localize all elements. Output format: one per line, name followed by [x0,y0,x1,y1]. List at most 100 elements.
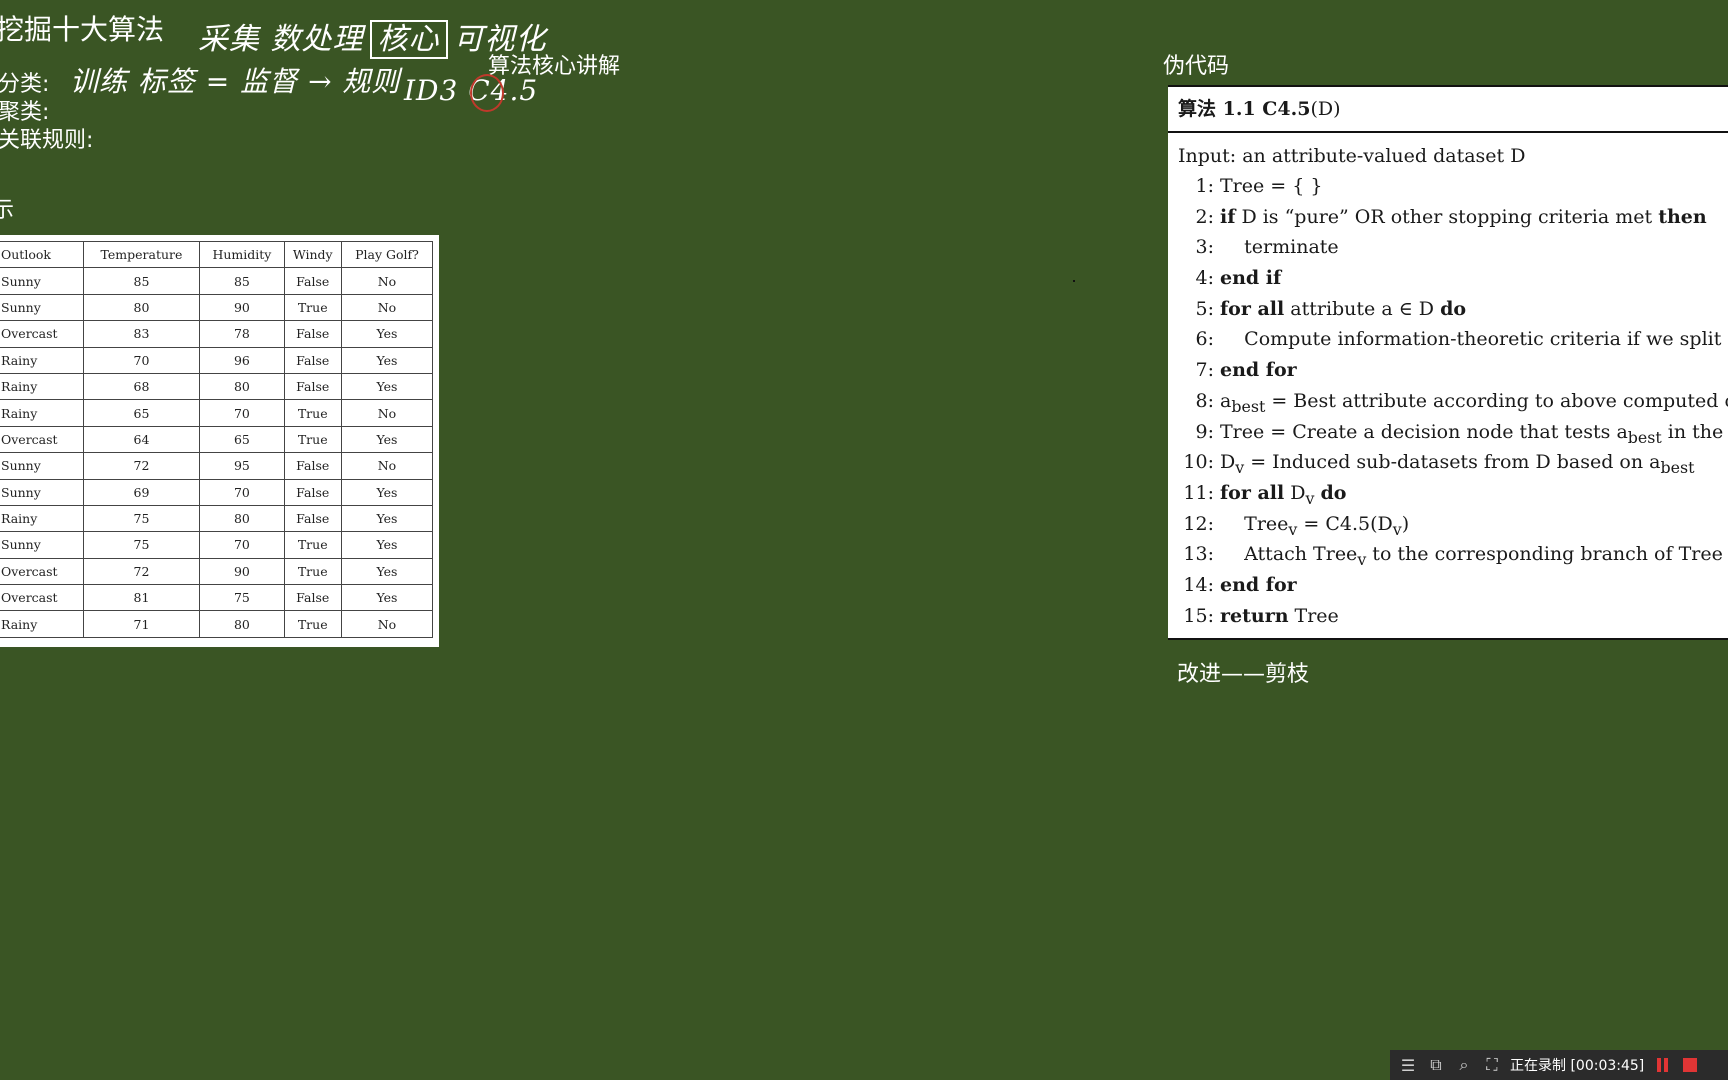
algorithm-line: 11: for all Dv do [1168,478,1728,509]
algorithm-line: 10: Dv = Induced sub-datasets from D base… [1168,447,1728,478]
table-cell: 70 [82,346,201,374]
table-cell: True [283,399,342,427]
algorithm-line-number: 3: [1195,236,1215,259]
label-example: 示 [0,198,15,223]
stop-icon[interactable] [1680,1055,1700,1075]
board-title: 挖掘十大算法 [0,13,165,46]
table-cell: Sunny [0,293,84,322]
crop-icon[interactable]: ⛶ [1482,1055,1502,1075]
table-cell: Yes [340,504,434,533]
table-cell: 69 [82,478,201,506]
table-cell: 75 [82,531,201,559]
algorithm-line: 3: terminate [1168,232,1728,263]
table-cell: 96 [199,346,285,374]
algorithm-header: 算法 1.1 C4.5(D) [1168,85,1728,133]
table-cell: Yes [340,320,434,348]
table-row: Sunny 72 95 False No [0,452,434,480]
table-cell: Sunny [0,531,84,559]
table-cell: 80 [199,372,285,401]
table-cell: No [340,610,434,638]
zoom-region-icon[interactable]: ⌕ [1454,1055,1474,1075]
table-cell: Yes [340,425,434,454]
table-header-cell: Outlook [0,240,84,269]
table-cell: True [283,293,342,322]
pause-icon[interactable] [1652,1055,1672,1075]
label-association: 关联规则: [0,128,94,153]
algorithm-line-text: for all attribute a ∈ D do [1220,297,1467,320]
table-cell: Yes [340,478,434,506]
table-cell: 72 [82,557,201,586]
algorithm-line: 8: abest = Best attribute according to ab… [1168,386,1728,417]
table-cell: Yes [340,531,434,559]
algorithm-line: 12: Treev = C4.5(Dv) [1168,509,1728,540]
algorithm-line-text: return Tree [1220,604,1339,627]
algorithm-line: 6: Compute information-theoretic criteri… [1168,324,1728,355]
table-cell: 65 [82,399,201,427]
table-cell: 70 [199,531,285,559]
table-cell: Rainy [0,346,84,374]
menu-icon[interactable]: ☰ [1398,1055,1418,1075]
table-cell: 64 [82,425,201,454]
table-cell: 95 [199,452,285,480]
table-row: Overcast 72 90 True Yes [0,557,434,586]
table-row: Sunny 75 70 True Yes [0,531,434,559]
table-cell: False [283,584,342,612]
table-header-cell: Play Golf? [340,240,434,269]
table-cell: 65 [199,425,285,454]
algorithm-line-text: end if [1220,267,1282,290]
table-cell: 83 [82,320,201,348]
algorithm-line-number: 13: [1183,543,1214,566]
table-row: Overcast 83 78 False Yes [0,320,434,348]
window-icon[interactable]: ⧉ [1426,1055,1446,1075]
table-header-cell: Windy [283,240,342,269]
algorithm-line-number: 14: [1183,573,1214,596]
handwritten-circle-mark [470,74,504,112]
algorithm-line-text: Tree = { } [1220,175,1323,197]
table-cell: False [283,452,342,480]
algorithm-line-number: 6: [1195,328,1215,351]
table-cell: Rainy [0,610,84,638]
pseudocode-image: 算法 1.1 C4.5(D) Input: an attribute-value… [1168,85,1728,640]
table-row: Rainy 75 80 False Yes [0,504,434,533]
algorithm-line-number: 2: [1195,205,1215,228]
table-cell: False [283,267,342,295]
table-cell: No [340,293,434,322]
table-row: Sunny 69 70 False Yes [0,478,434,506]
table-cell: 90 [199,293,285,322]
algorithm-line-text: end for [1220,359,1297,382]
table-cell: 90 [199,557,285,586]
pseudocode-label: 伪代码 [1163,54,1230,79]
table-cell: Overcast [0,584,84,612]
golf-dataset-image: Outlook Temperature Humidity Windy Play Golf… [0,235,439,647]
algorithm-line: 1: Tree = { } [1168,171,1728,202]
algorithm-line: 7: end for [1168,355,1728,386]
algorithm-line-text: terminate [1220,236,1339,259]
table-cell: 70 [199,399,285,427]
table-cell: Overcast [0,320,84,348]
table-cell: Rainy [0,372,84,401]
table-cell: Rainy [0,504,84,533]
algorithm-line-number: 10: [1183,451,1214,474]
algorithm-line: 14: end for [1168,570,1728,601]
table-cell: True [283,425,342,454]
algorithm-title: 算法 1.1 C4.5 [1178,98,1311,120]
algorithm-line-number: 7: [1195,359,1215,382]
table-cell: Yes [340,557,434,586]
table-row: Sunny 85 85 False No [0,267,434,295]
table-cell: 81 [82,584,201,612]
table-row: Rainy 65 70 True No [0,399,434,427]
algorithm-line-number: 4: [1195,267,1215,290]
table-row: Overcast 81 75 False Yes [0,584,434,612]
table-cell: 85 [199,267,285,295]
table-row: Rainy 71 80 True No [0,610,434,638]
table-cell: True [283,610,342,638]
table-cell: Overcast [0,557,84,586]
table-cell: Overcast [0,425,84,454]
algorithm-line-number: 1: [1195,175,1215,197]
table-cell: False [283,504,342,533]
table-cell: No [340,452,434,480]
table-cell: No [340,267,434,295]
table-cell: False [283,346,342,374]
table-cell: Sunny [0,478,84,506]
algorithm-line-text: Compute information-theoretic criteria i… [1220,328,1728,351]
